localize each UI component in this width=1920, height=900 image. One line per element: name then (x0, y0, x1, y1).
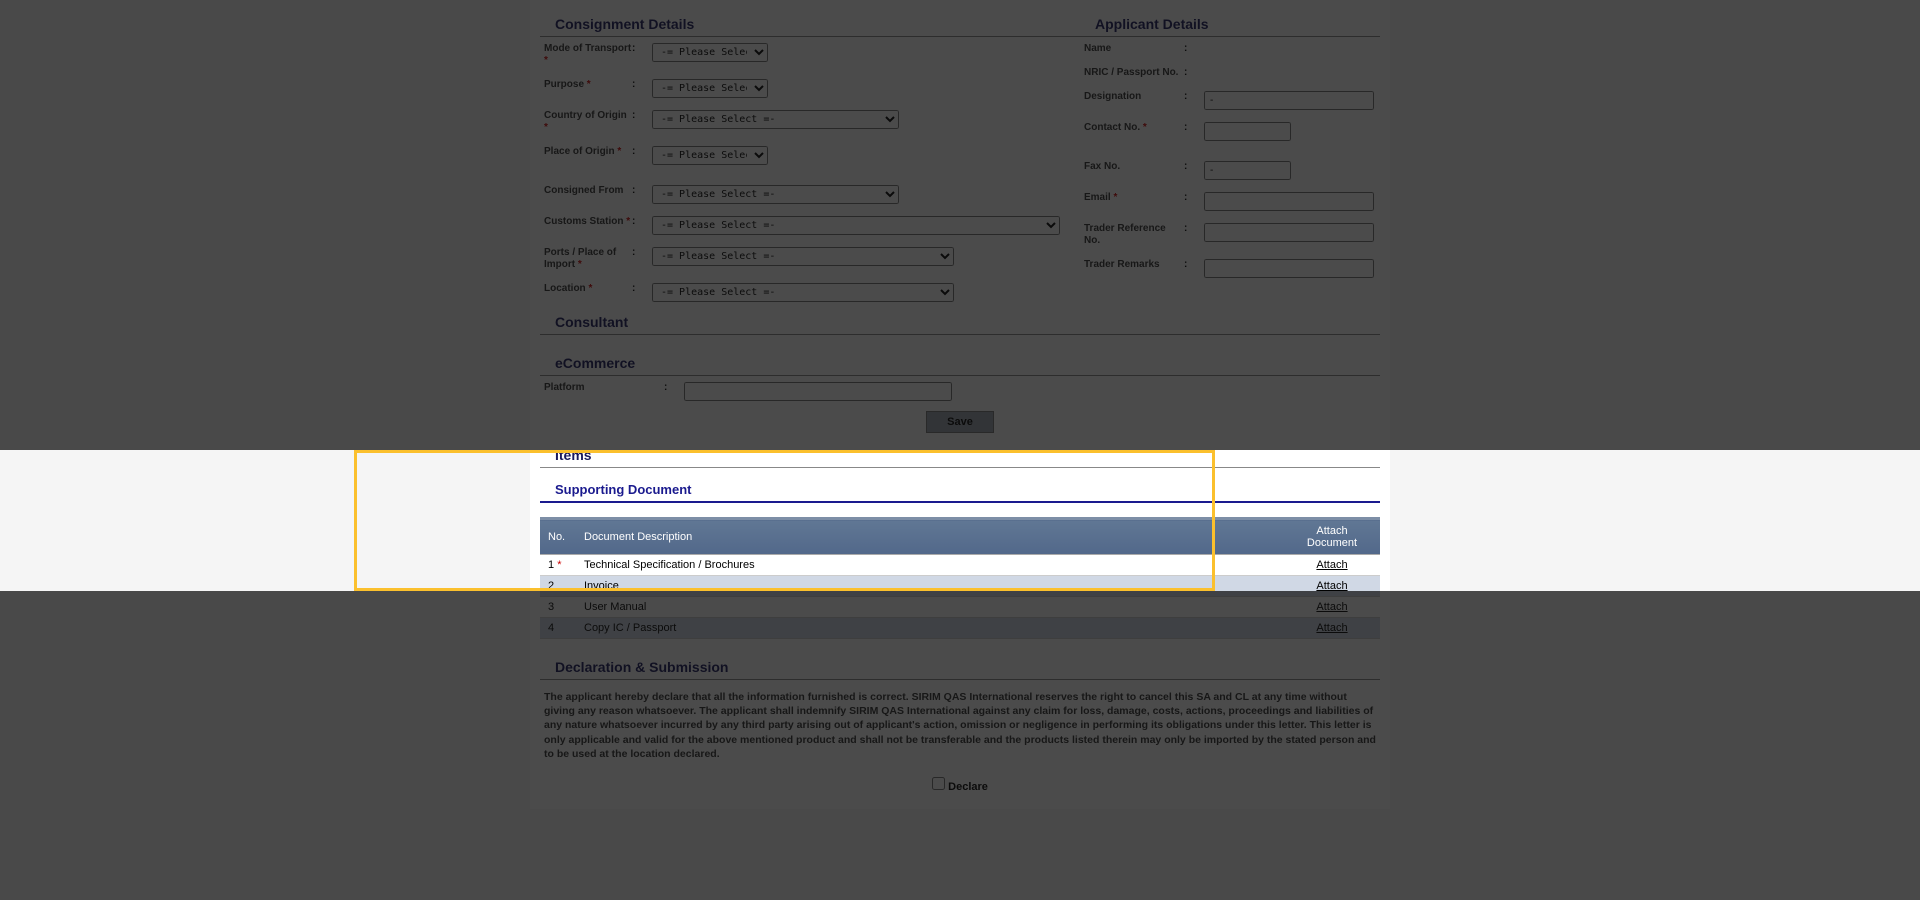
consigned-label: Consigned From (544, 185, 632, 197)
row-desc: Invoice (576, 576, 1284, 597)
fax-label: Fax No. (1084, 161, 1184, 173)
designation-label: Designation (1084, 91, 1184, 103)
ports-label: Ports / Place of Import * (544, 247, 632, 271)
traderref-label: Trader Reference No. (1084, 223, 1184, 247)
traderref-input[interactable] (1204, 223, 1374, 242)
declaration-text: The applicant hereby declare that all th… (540, 680, 1380, 771)
consultant-header: Consultant (540, 308, 1380, 335)
declare-label: Declare (948, 781, 988, 793)
name-label: Name (1084, 43, 1184, 55)
email-input[interactable] (1204, 192, 1374, 211)
th-no: No. (540, 519, 576, 555)
mode-select[interactable]: -= Please Select =- (652, 43, 768, 62)
designation-input[interactable] (1204, 91, 1374, 110)
table-row: 3User Manual Attach (540, 597, 1380, 618)
form-container: Consignment Details Mode of Transport * … (530, 0, 1390, 809)
th-desc: Document Description (576, 519, 1284, 555)
row-no: 1 * (540, 555, 576, 576)
fax-input[interactable] (1204, 161, 1291, 180)
platform-label: Platform (544, 382, 664, 394)
purpose-label: Purpose * (544, 79, 632, 91)
country-label: Country of Origin * (544, 110, 632, 134)
nric-label: NRIC / Passport No. (1084, 67, 1184, 79)
declare-checkbox[interactable] (932, 777, 945, 790)
purpose-select[interactable]: -= Please Select =- (652, 79, 768, 98)
items-header: Items (540, 441, 1380, 468)
declaration-header: Declaration & Submission (540, 653, 1380, 680)
table-row: 4Copy IC / Passport Attach (540, 618, 1380, 639)
attach-link[interactable]: Attach (1292, 601, 1372, 613)
ports-select[interactable]: -= Please Select =- (652, 247, 954, 266)
attach-link[interactable]: Attach (1292, 559, 1372, 571)
row-no: 3 (540, 597, 576, 618)
place-label: Place of Origin * (544, 146, 632, 158)
mode-label: Mode of Transport * (544, 43, 632, 67)
platform-input[interactable] (684, 382, 952, 401)
supporting-header: Supporting Document (540, 476, 1380, 503)
row-no: 4 (540, 618, 576, 639)
contact-input[interactable] (1204, 122, 1291, 141)
traderrem-label: Trader Remarks (1084, 259, 1184, 271)
th-attach: Attach Document (1284, 519, 1380, 555)
row-desc: Technical Specification / Brochures (576, 555, 1284, 576)
location-select[interactable]: -= Please Select =- (652, 283, 954, 302)
table-row: 2Invoice Attach (540, 576, 1380, 597)
email-label: Email * (1084, 192, 1184, 204)
row-desc: User Manual (576, 597, 1284, 618)
attach-link[interactable]: Attach (1292, 580, 1372, 592)
applicant-header: Applicant Details (1080, 10, 1380, 37)
table-row: 1 *Technical Specification / Brochures At… (540, 555, 1380, 576)
consigned-select[interactable]: -= Please Select =- (652, 185, 899, 204)
attach-link[interactable]: Attach (1292, 622, 1372, 634)
place-select[interactable]: -= Please Select =- (652, 146, 768, 165)
row-desc: Copy IC / Passport (576, 618, 1284, 639)
ecommerce-header: eCommerce (540, 349, 1380, 376)
country-select[interactable]: -= Please Select =- (652, 110, 899, 129)
supporting-doc-table: No. Document Description Attach Document… (540, 517, 1380, 639)
customs-select[interactable]: -= Please Select =- (652, 216, 1060, 235)
contact-label: Contact No. * (1084, 122, 1184, 134)
customs-label: Customs Station * (544, 216, 632, 228)
save-button[interactable]: Save (926, 411, 994, 433)
row-no: 2 (540, 576, 576, 597)
traderrem-input[interactable] (1204, 259, 1374, 278)
location-label: Location * (544, 283, 632, 295)
consignment-header: Consignment Details (540, 10, 1080, 37)
